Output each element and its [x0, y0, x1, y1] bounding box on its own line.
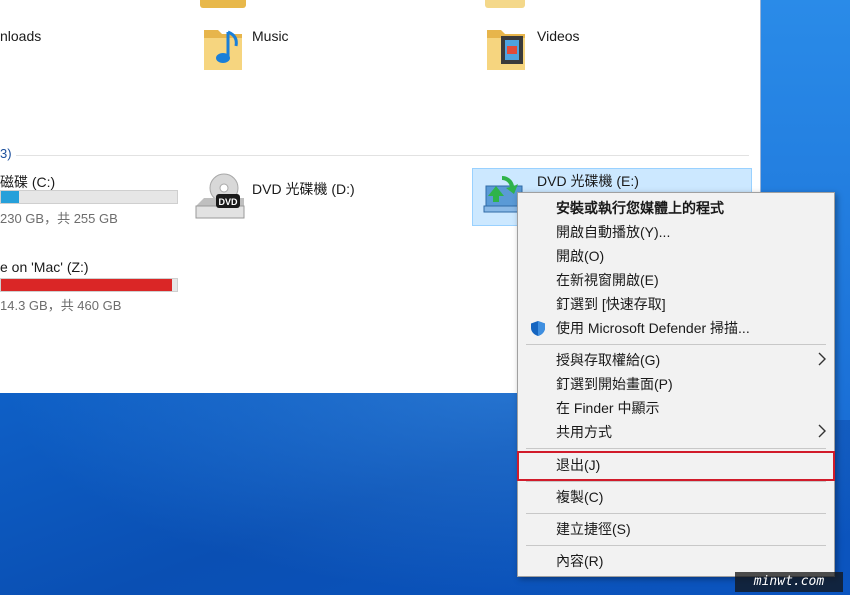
menu-item-label: 建立捷徑(S) [556, 521, 631, 537]
menu-item-share-with[interactable]: 共用方式 [518, 421, 834, 443]
menu-item-pin-start[interactable]: 釘選到開始畫面(P) [518, 373, 834, 395]
menu-separator [526, 545, 826, 546]
shield-icon [531, 321, 545, 336]
menu-item-label: 安裝或執行您媒體上的程式 [556, 200, 724, 216]
drive-c-space: 230 GB，共 255 GB [0, 211, 118, 226]
folder-icon-top-right [485, 0, 525, 8]
drive-c-usage-fill [1, 191, 19, 203]
videos-folder-icon [487, 30, 525, 70]
drive-d-name[interactable]: DVD 光碟機 (D:) [252, 179, 355, 199]
drive-c-name[interactable]: 磁碟 (C:) [0, 172, 55, 192]
drive-c-usage-bar [0, 190, 178, 204]
menu-item-label: 使用 Microsoft Defender 掃描... [556, 320, 750, 336]
menu-item-label: 釘選到開始畫面(P) [556, 376, 673, 392]
menu-separator [526, 481, 826, 482]
menu-item-label: 共用方式 [556, 424, 612, 440]
watermark: minwt.com [735, 572, 843, 592]
chevron-right-icon [818, 352, 826, 366]
menu-item-run-media-program[interactable]: 安裝或執行您媒體上的程式 [518, 197, 834, 219]
menu-item-label: 在新視窗開啟(E) [556, 272, 659, 288]
menu-item-label: 授與存取權給(G) [556, 352, 661, 368]
svg-text:DVD: DVD [218, 197, 238, 207]
chevron-right-icon [818, 424, 826, 438]
menu-item-label: 複製(C) [556, 489, 604, 505]
drive-z-name[interactable]: e on 'Mac' (Z:) [0, 259, 89, 275]
menu-separator [526, 513, 826, 514]
videos-folder-label[interactable]: Videos [537, 28, 580, 44]
music-folder-icon [204, 30, 242, 70]
menu-item-pin-quick-access[interactable]: 釘選到 [快速存取] [518, 293, 834, 315]
menu-item-properties[interactable]: 內容(R) [518, 550, 834, 572]
menu-item-label: 在 Finder 中顯示 [556, 400, 660, 416]
menu-item-show-in-finder[interactable]: 在 Finder 中顯示 [518, 397, 834, 419]
devices-group-header[interactable]: 3) [0, 146, 12, 161]
group-divider [16, 155, 749, 156]
menu-item-open-autoplay[interactable]: 開啟自動播放(Y)... [518, 221, 834, 243]
menu-item-label: 開啟自動播放(Y)... [556, 224, 671, 240]
menu-item-label: 釘選到 [快速存取] [556, 296, 666, 312]
drive-z-usage-fill [1, 279, 172, 291]
downloads-folder-label[interactable]: nloads [0, 28, 41, 44]
menu-item-open[interactable]: 開啟(O) [518, 245, 834, 267]
drive-e-name[interactable]: DVD 光碟機 (E:) [537, 171, 639, 191]
music-folder-label[interactable]: Music [252, 28, 289, 44]
videos-folder[interactable] [485, 22, 531, 74]
dvd-drive-icon: DVD [195, 173, 245, 219]
eject-highlight-box [517, 451, 835, 481]
menu-item-copy[interactable]: 複製(C) [518, 486, 834, 508]
menu-item-give-access[interactable]: 授與存取權給(G) [518, 349, 834, 371]
folder-icon-top-left [200, 0, 246, 8]
drive-z-space: 14.3 GB，共 460 GB [0, 298, 122, 313]
drive-z-usage-bar [0, 278, 178, 292]
drive-d-tile[interactable]: DVD [194, 172, 246, 222]
menu-item-defender-scan[interactable]: 使用 Microsoft Defender 掃描... [518, 317, 834, 339]
music-folder[interactable] [200, 22, 246, 74]
menu-separator [526, 344, 826, 345]
menu-item-open-new-window[interactable]: 在新視窗開啟(E) [518, 269, 834, 291]
menu-item-label: 開啟(O) [556, 248, 605, 264]
menu-item-label: 內容(R) [556, 553, 604, 569]
menu-separator [526, 448, 826, 449]
menu-item-create-shortcut[interactable]: 建立捷徑(S) [518, 518, 834, 540]
context-menu: 安裝或執行您媒體上的程式 開啟自動播放(Y)... 開啟(O) 在新視窗開啟(E… [517, 192, 835, 577]
